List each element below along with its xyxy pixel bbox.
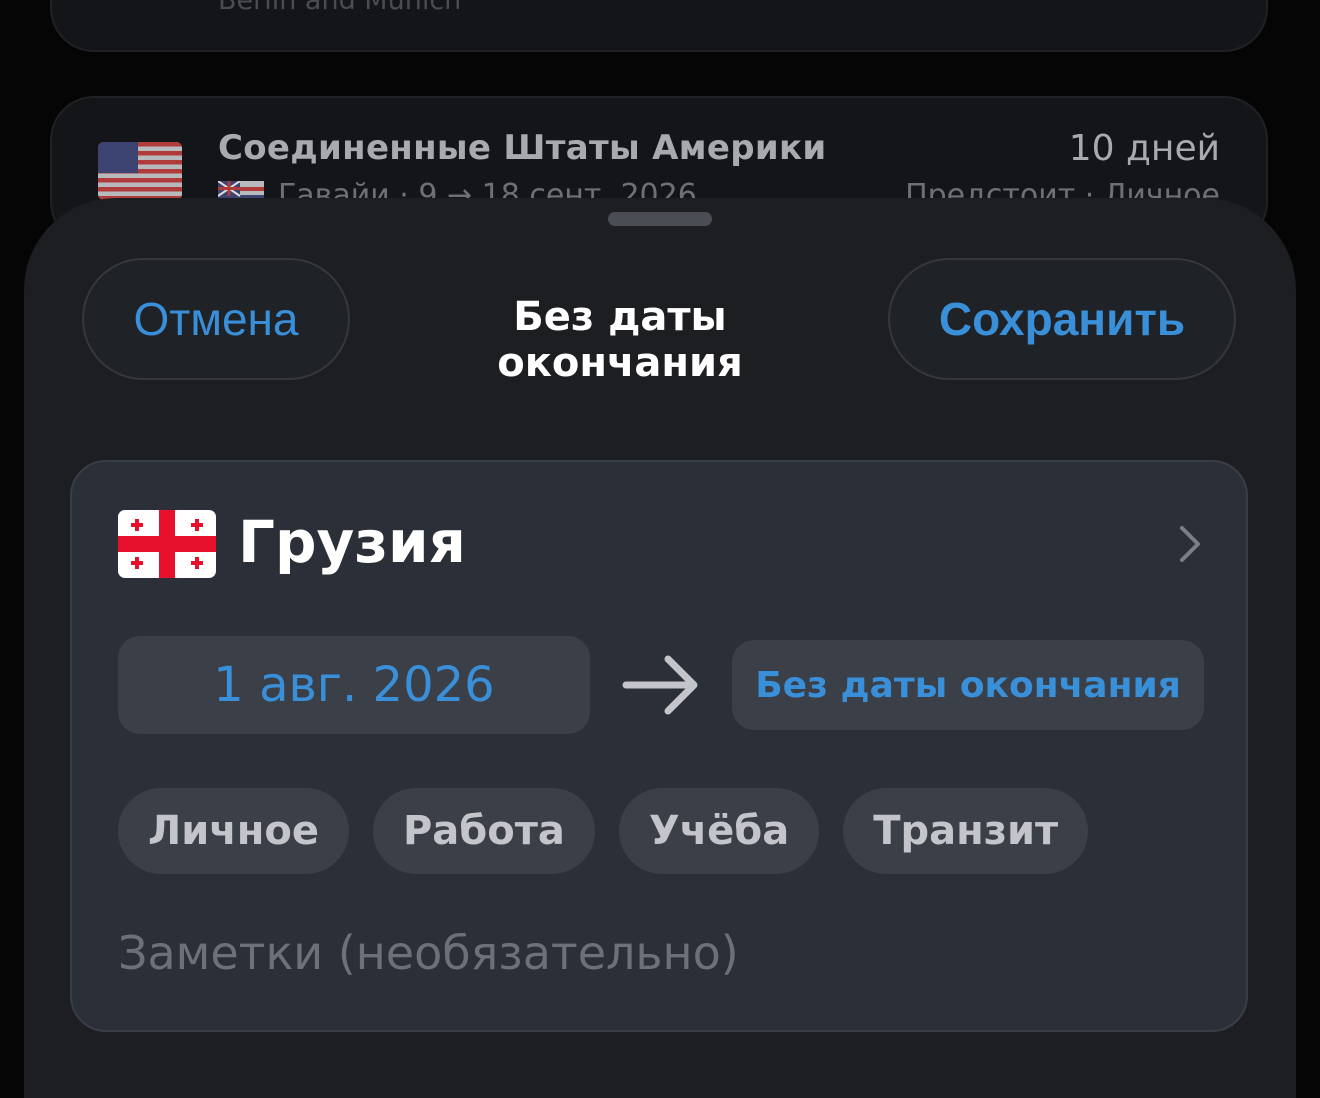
cancel-button[interactable]: Отмена — [82, 258, 350, 380]
chevron-right-icon[interactable] — [1172, 524, 1206, 564]
trip-card-duration: 10 дней — [1068, 128, 1220, 169]
country-name[interactable]: Грузия — [238, 508, 466, 576]
trip-card-germany[interactable]: Berlin and Munich — [50, 0, 1268, 52]
tag-work[interactable]: Работа — [372, 788, 595, 874]
edit-trip-sheet: Отмена Без даты окончания Сохранить Груз… — [24, 198, 1296, 1098]
sheet-grabber[interactable] — [608, 212, 712, 226]
tag-study[interactable]: Учёба — [618, 788, 820, 874]
start-date-button[interactable]: 1 авг. 2026 — [118, 636, 590, 734]
trip-edit-card: Грузия 1 авг. 2026 Без даты окончания Ли… — [70, 460, 1248, 1032]
notes-input[interactable]: Заметки (необязательно) — [118, 926, 739, 980]
sheet-title: Без даты окончания — [497, 294, 743, 386]
flag-georgia-icon — [118, 510, 216, 578]
tag-transit[interactable]: Транзит — [843, 788, 1089, 874]
end-date-button[interactable]: Без даты окончания — [732, 640, 1204, 730]
arrow-right-icon — [622, 652, 702, 718]
tag-personal[interactable]: Личное — [118, 788, 349, 874]
trip-card-subtitle: Berlin and Munich — [218, 0, 462, 16]
trip-type-tags: Личное Работа Учёба Транзит — [118, 788, 1089, 874]
trip-card-country: Соединенные Штаты Америки — [218, 128, 827, 168]
save-button[interactable]: Сохранить — [888, 258, 1236, 380]
flag-usa-icon — [98, 142, 182, 200]
